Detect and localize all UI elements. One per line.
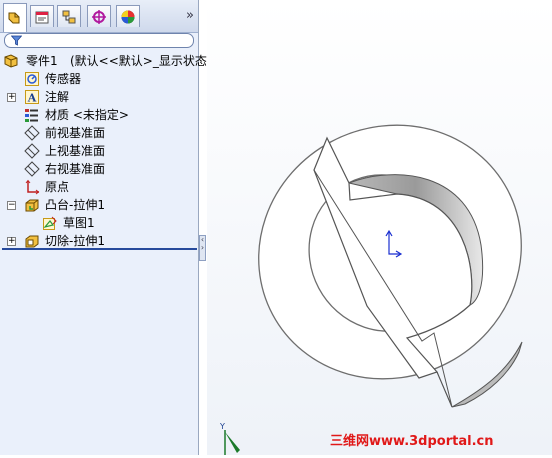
manager-tab-bar: »	[0, 0, 198, 33]
sensors-label: 传感器	[45, 72, 82, 86]
annotation-icon: A	[25, 90, 39, 105]
display-manager-icon	[121, 10, 135, 23]
part-name: 零件1	[26, 54, 58, 68]
sketch-label: 草图1	[63, 216, 95, 230]
cut-extrude-icon	[25, 235, 39, 248]
boss-extrude-icon	[25, 199, 39, 212]
top-plane-label: 上视基准面	[45, 144, 106, 158]
watermark: 三维网www.3dportal.cn	[330, 434, 494, 449]
rollback-bar[interactable]	[2, 248, 197, 250]
property-manager-icon	[35, 11, 49, 23]
y-axis-label: Y	[219, 422, 225, 431]
svg-text:A: A	[27, 92, 37, 105]
dimxpert-manager-icon	[92, 9, 106, 24]
boss-extrude-label: 凸台-拉伸1	[45, 198, 105, 212]
plane-icon	[24, 125, 40, 141]
plane-icon	[24, 161, 40, 177]
annotations-label: 注解	[45, 90, 70, 104]
chevron-left-icon: ‹ ›	[200, 235, 205, 252]
right-plane-label: 右视基准面	[45, 162, 106, 176]
origin-icon	[25, 179, 40, 195]
part-configuration: (默认<<默认>_显示状态	[70, 54, 207, 68]
collapse-icon[interactable]: −	[7, 201, 16, 210]
feature-manager-icon	[8, 12, 20, 24]
origin-label: 原点	[45, 180, 70, 194]
tab-display-manager[interactable]	[116, 5, 140, 27]
panel-collapse-handle[interactable]: ‹ ›	[199, 235, 206, 261]
sketch-icon	[43, 216, 57, 230]
chevron-double-right-icon: »	[186, 8, 194, 23]
expand-icon[interactable]: +	[7, 93, 16, 102]
sensor-icon	[25, 72, 39, 86]
graphics-area[interactable]: Y	[207, 0, 552, 455]
tab-configuration-manager[interactable]	[57, 5, 81, 27]
tab-feature-manager[interactable]	[3, 3, 27, 32]
view-triad	[224, 430, 240, 455]
tab-dimxpert-manager[interactable]	[87, 5, 111, 27]
material-label: 材质 <未指定>	[45, 108, 129, 122]
more-tabs-button[interactable]: »	[186, 8, 194, 23]
part-icon	[4, 54, 18, 68]
tab-property-manager[interactable]	[30, 5, 54, 27]
tree-filter-input[interactable]	[4, 33, 194, 48]
filter-icon	[11, 35, 22, 46]
plane-icon	[24, 143, 40, 159]
material-icon	[25, 109, 38, 122]
feature-manager-panel: » 零件1 (默认<<默认>_显示状态 传感器 + A 注解 材质 <未指定> …	[0, 0, 207, 455]
expand-icon[interactable]: +	[7, 237, 16, 246]
model-view: Y	[219, 124, 523, 455]
configuration-manager-icon	[62, 10, 76, 23]
front-plane-label: 前视基准面	[45, 126, 106, 140]
